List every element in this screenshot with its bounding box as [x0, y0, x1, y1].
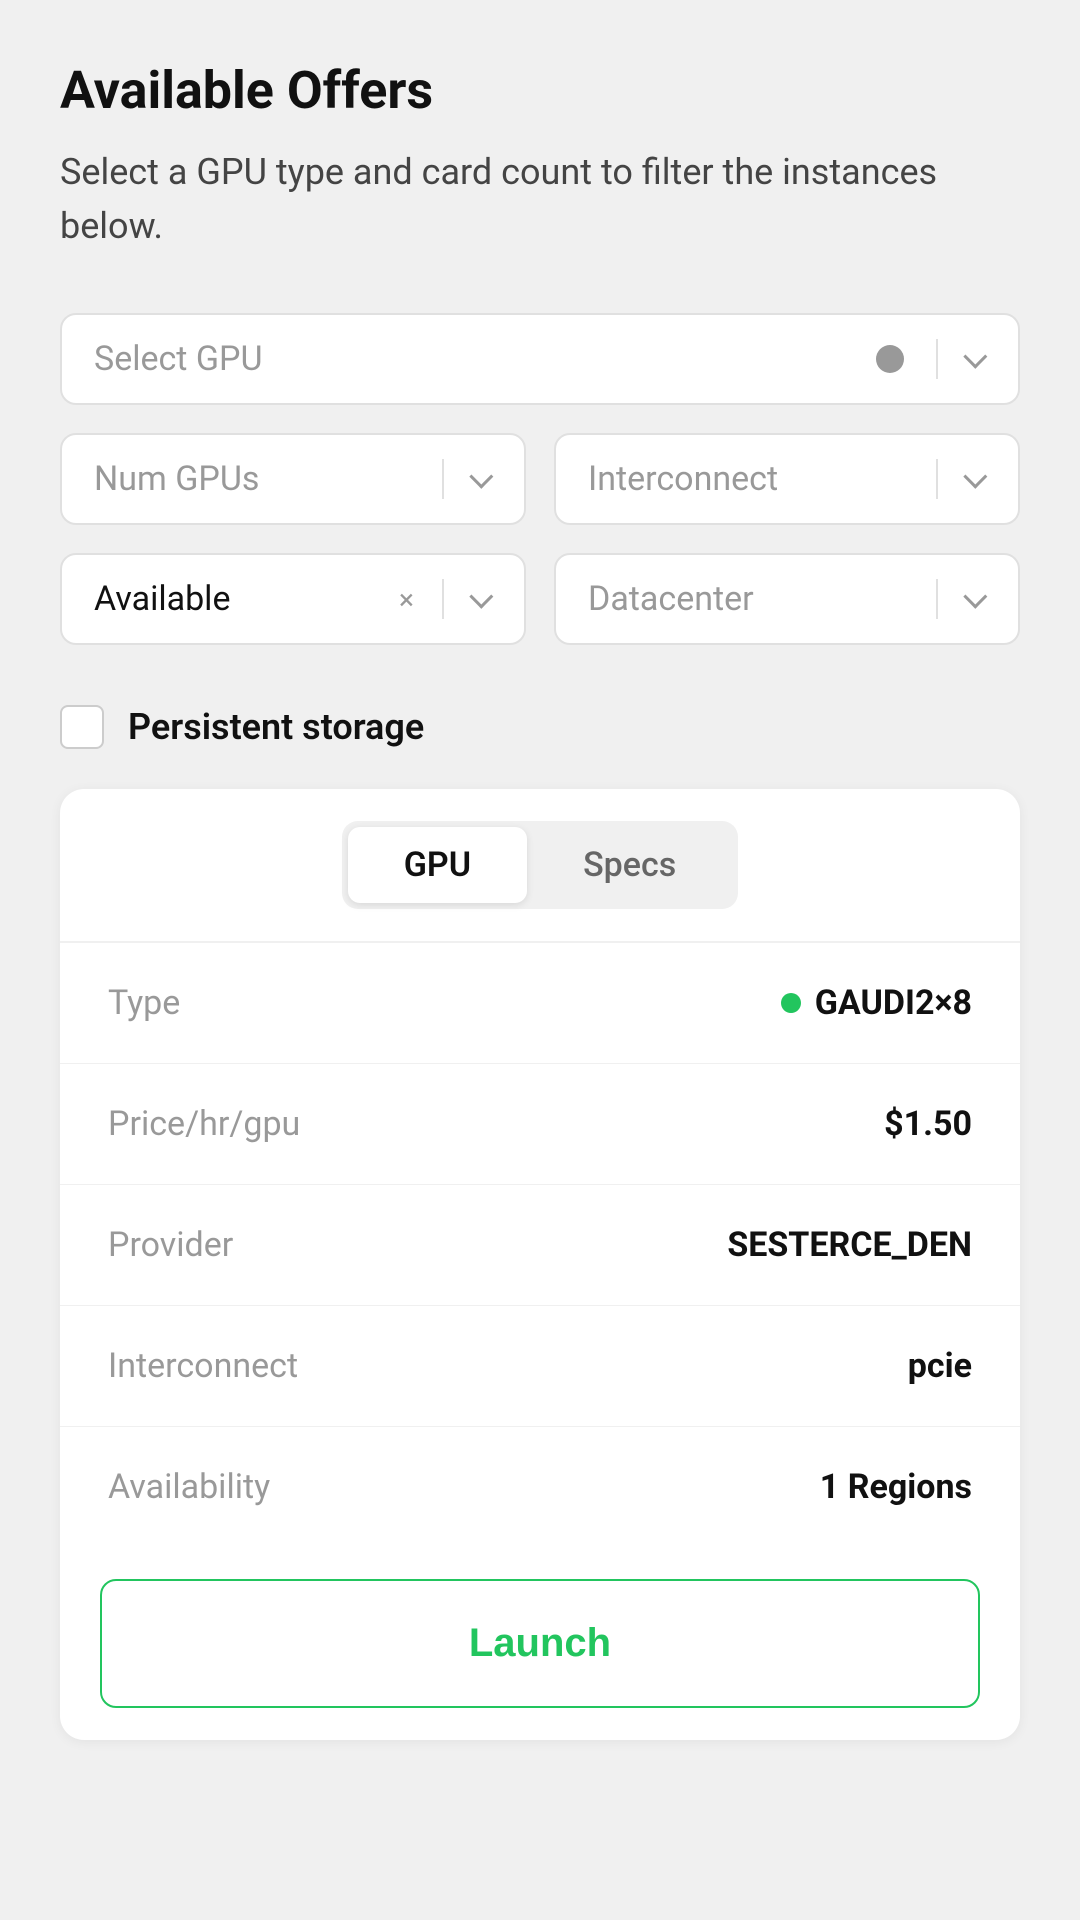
persistent-storage-label: Persistent storage — [128, 706, 424, 748]
detail-row: Provider SESTERCE_DEN — [60, 1185, 1020, 1306]
chevron-down-icon — [958, 585, 986, 613]
interconnect-label: Interconnect — [588, 459, 916, 499]
chevron-down-icon — [958, 465, 986, 493]
status-dot-icon — [781, 993, 801, 1013]
detail-label: Provider — [108, 1225, 233, 1265]
num-gpus-dropdown[interactable]: Num GPUs — [60, 433, 526, 525]
select-divider — [442, 579, 444, 619]
datacenter-dropdown[interactable]: Datacenter — [554, 553, 1020, 645]
detail-value: pcie — [908, 1346, 972, 1386]
chevron-down-icon — [958, 345, 986, 373]
detail-value: $1.50 — [884, 1104, 972, 1144]
filter-section: Select GPU Num GPUs Interconnect Availab… — [60, 313, 1020, 645]
filter-row-gpus-interconnect: Num GPUs Interconnect — [60, 433, 1020, 525]
detail-label: Interconnect — [108, 1346, 298, 1386]
availability-value: Available — [94, 579, 399, 619]
launch-button-wrapper: Launch — [60, 1547, 1020, 1740]
detail-row: Type GAUDI2×8 — [60, 943, 1020, 1064]
detail-value: GAUDI2×8 — [781, 983, 972, 1023]
page-subtitle: Select a GPU type and card count to filt… — [60, 145, 1020, 253]
select-divider — [936, 339, 938, 379]
gpu-select-dropdown[interactable]: Select GPU — [60, 313, 1020, 405]
gpu-select-label: Select GPU — [94, 339, 864, 379]
tab-gpu[interactable]: GPU — [348, 827, 527, 903]
filter-row-availability-datacenter: Available × Datacenter — [60, 553, 1020, 645]
chevron-down-icon — [464, 585, 492, 613]
num-gpus-label: Num GPUs — [94, 459, 422, 499]
detail-row: Availability 1 Regions — [60, 1427, 1020, 1547]
tab-row: GPU Specs — [60, 789, 1020, 941]
clear-icon[interactable]: × — [399, 583, 414, 616]
detail-row: Price/hr/gpu $1.50 — [60, 1064, 1020, 1185]
tab-group: GPU Specs — [342, 821, 738, 909]
interconnect-dropdown[interactable]: Interconnect — [554, 433, 1020, 525]
launch-button[interactable]: Launch — [100, 1579, 980, 1708]
detail-value: SESTERCE_DEN — [727, 1225, 972, 1265]
detail-label: Price/hr/gpu — [108, 1104, 300, 1144]
select-divider — [442, 459, 444, 499]
persistent-storage-checkbox[interactable] — [60, 705, 104, 749]
page-title: Available Offers — [60, 60, 1020, 121]
select-divider — [936, 579, 938, 619]
detail-label: Availability — [108, 1467, 270, 1507]
detail-value: 1 Regions — [820, 1467, 972, 1507]
select-divider — [936, 459, 938, 499]
persistent-storage-row: Persistent storage — [60, 705, 1020, 749]
datacenter-label: Datacenter — [588, 579, 916, 619]
gpu-select-dot — [876, 345, 904, 373]
tab-specs[interactable]: Specs — [527, 827, 732, 903]
availability-dropdown[interactable]: Available × — [60, 553, 526, 645]
detail-label: Type — [108, 983, 180, 1023]
detail-row: Interconnect pcie — [60, 1306, 1020, 1427]
offer-card: GPU Specs TypeGAUDI2×8Price/hr/gpu$1.50P… — [60, 789, 1020, 1740]
detail-rows: Type GAUDI2×8 Price/hr/gpu $1.50 Provider SES… — [60, 943, 1020, 1547]
chevron-down-icon — [464, 465, 492, 493]
